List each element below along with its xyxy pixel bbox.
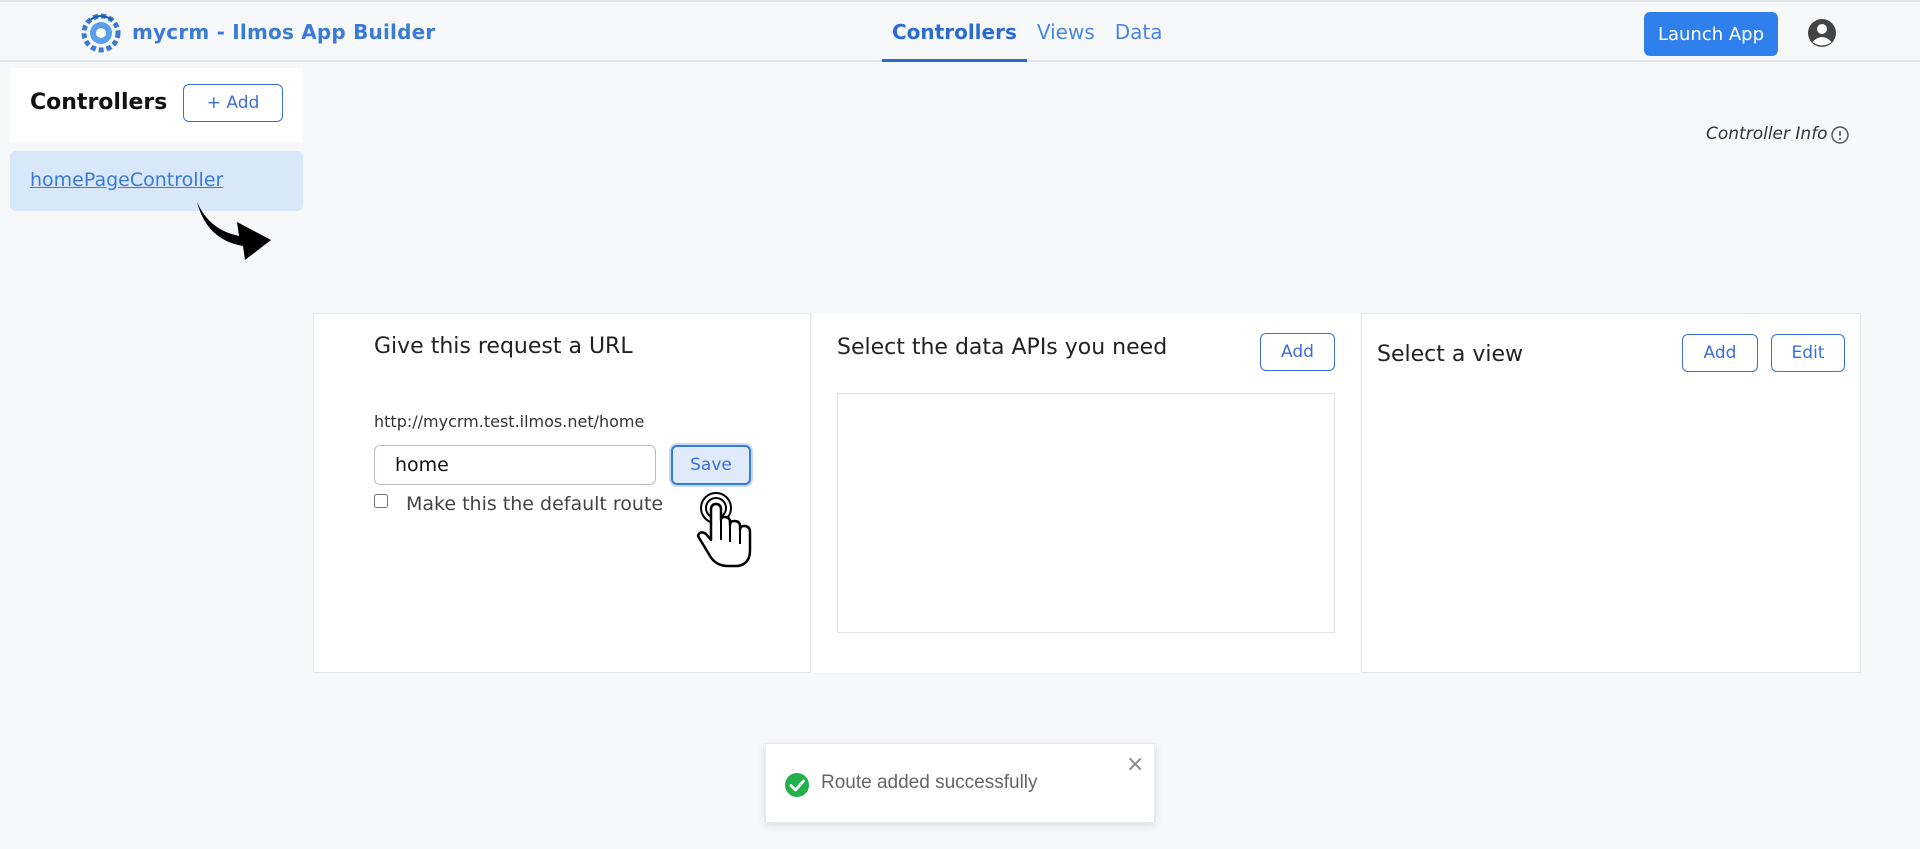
hand-pointer-icon <box>696 492 752 568</box>
save-route-button[interactable]: Save <box>671 445 751 485</box>
close-icon[interactable]: × <box>1126 752 1144 777</box>
sidebar-title: Controllers <box>30 90 168 115</box>
sidebar-header: Controllers + Add <box>10 68 303 142</box>
url-panel-title: Give this request a URL <box>374 334 633 359</box>
default-route-label: Make this the default route <box>406 493 664 515</box>
launch-app-button[interactable]: Launch App <box>1644 12 1778 56</box>
edit-view-button[interactable]: Edit <box>1771 334 1845 372</box>
gear-logo-icon <box>81 13 121 53</box>
data-api-panel: Select the data APIs you need Add <box>812 313 1360 673</box>
sidebar-item-label[interactable]: homePageController <box>30 169 223 191</box>
tab-data[interactable]: Data <box>1105 2 1173 62</box>
info-icon[interactable] <box>1830 125 1850 145</box>
data-api-list[interactable] <box>837 393 1335 633</box>
controller-info-label: Controller Info <box>1706 124 1828 144</box>
url-preview: http://mycrm.test.ilmos.net/home <box>374 412 645 431</box>
app-title: mycrm - Ilmos App Builder <box>132 20 436 44</box>
toast-message: Route added successfully <box>821 772 1038 793</box>
user-avatar-icon[interactable] <box>1807 18 1837 48</box>
add-controller-button[interactable]: + Add <box>183 84 283 122</box>
top-navigation-bar: mycrm - Ilmos App Builder Controllers Vi… <box>0 0 1920 62</box>
view-panel-title: Select a view <box>1377 342 1523 367</box>
curved-arrow-icon <box>197 202 271 260</box>
add-view-button[interactable]: Add <box>1682 334 1758 372</box>
success-toast: Route added successfully × <box>765 743 1155 823</box>
add-data-api-button[interactable]: Add <box>1260 333 1335 371</box>
data-api-panel-title: Select the data APIs you need <box>837 335 1168 360</box>
tab-controllers[interactable]: Controllers <box>882 2 1027 62</box>
tab-views[interactable]: Views <box>1027 2 1105 62</box>
url-panel: Give this request a URL http://mycrm.tes… <box>313 313 811 673</box>
default-route-checkbox[interactable] <box>374 494 388 508</box>
check-circle-icon <box>785 773 809 797</box>
route-input[interactable] <box>374 445 656 485</box>
view-panel: Select a view Add Edit <box>1361 313 1861 673</box>
main-nav-tabs: Controllers Views Data <box>882 2 1173 64</box>
